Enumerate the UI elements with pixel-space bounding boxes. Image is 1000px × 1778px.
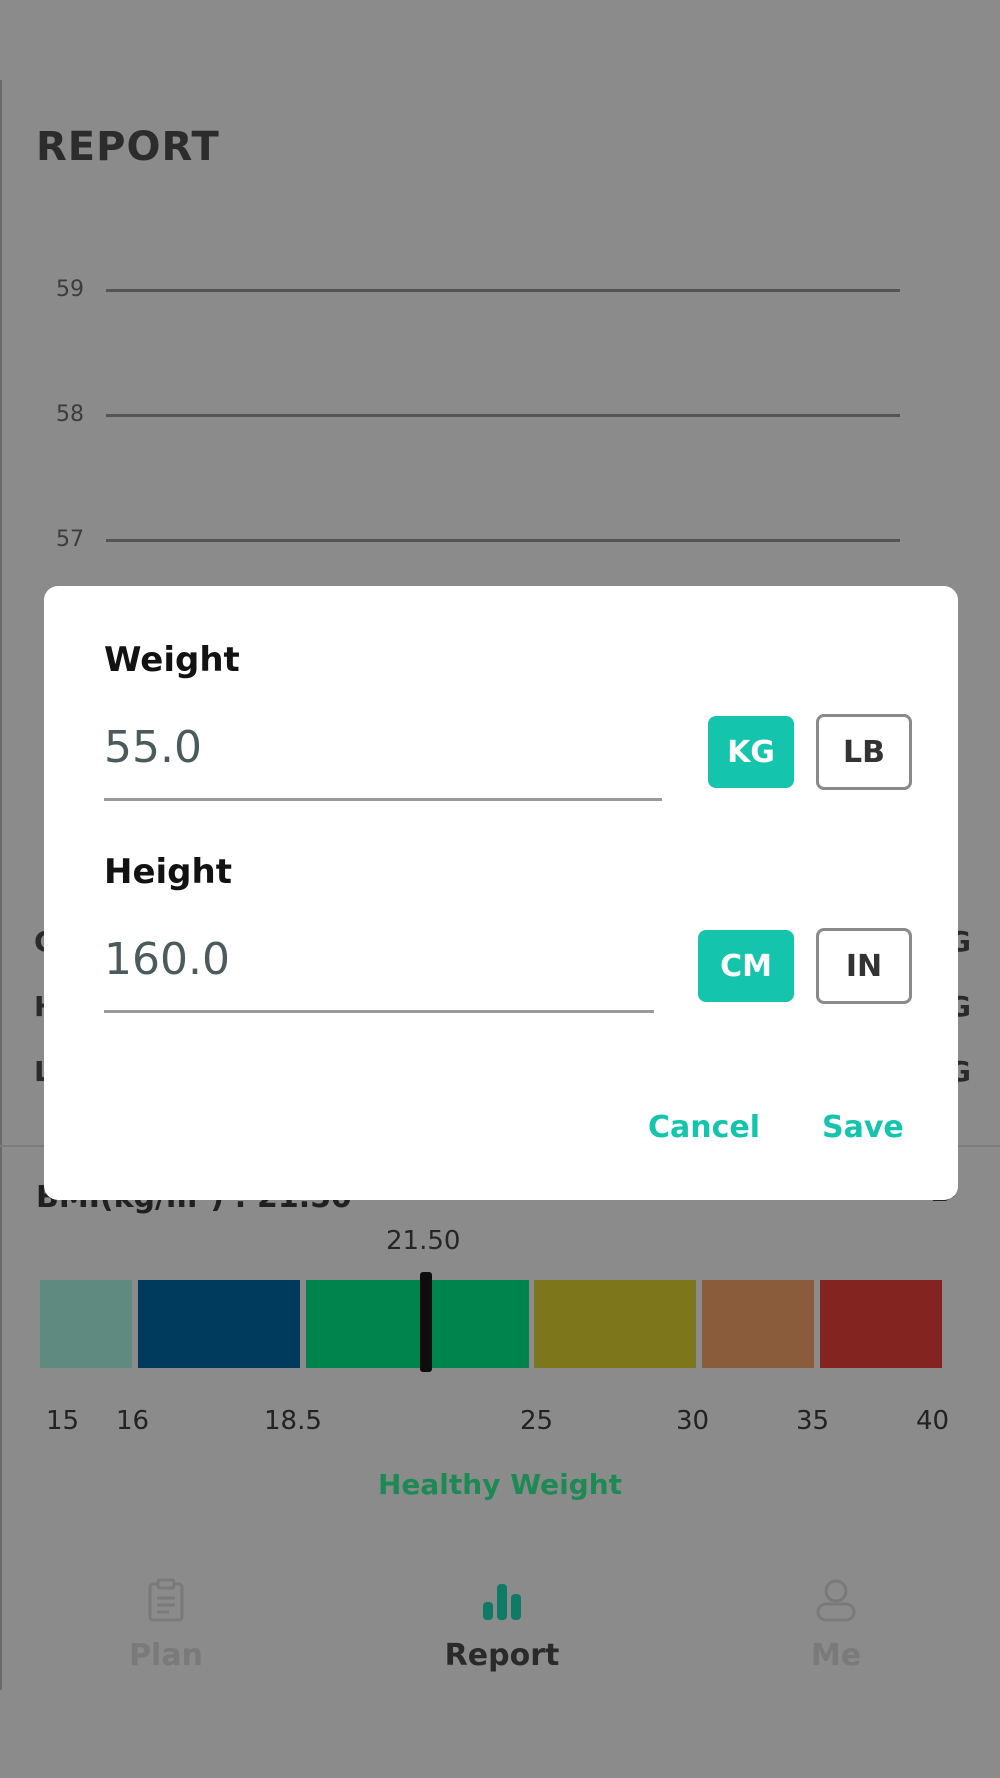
- grid-label-59: 59: [56, 277, 84, 302]
- bmi-seg-overweight: [534, 1280, 696, 1368]
- weight-height-dialog: Weight KG LB Height CM IN Cancel Save: [44, 586, 958, 1200]
- left-edge-divider: [0, 80, 2, 1690]
- unit-lb-button[interactable]: LB: [816, 714, 912, 790]
- height-label: Height: [104, 852, 232, 892]
- height-input[interactable]: [104, 930, 634, 988]
- save-button[interactable]: Save: [822, 1110, 904, 1145]
- bmi-tick-16: 16: [116, 1406, 150, 1436]
- clipboard-icon: [148, 1578, 184, 1622]
- bmi-tick-18-5: 18.5: [264, 1406, 322, 1436]
- cancel-button[interactable]: Cancel: [648, 1110, 760, 1145]
- nav-label-plan: Plan: [129, 1638, 203, 1673]
- bmi-scale-bar: [40, 1280, 942, 1368]
- person-icon: [816, 1579, 856, 1622]
- grid-label-58: 58: [56, 402, 84, 427]
- nav-label-report: Report: [444, 1638, 560, 1673]
- bmi-marker: [420, 1272, 432, 1372]
- unit-cm-button[interactable]: CM: [698, 930, 794, 1002]
- bmi-tick-30: 30: [676, 1406, 710, 1436]
- bar-chart-icon: [483, 1584, 521, 1620]
- bmi-seg-obese-1: [702, 1280, 814, 1368]
- nav-item-me[interactable]: Me: [736, 1560, 936, 1673]
- bmi-tick-15: 15: [46, 1406, 80, 1436]
- weight-underline: [104, 798, 662, 801]
- bottom-nav: Plan Report Me: [0, 1560, 1000, 1700]
- bmi-tick-25: 25: [520, 1406, 554, 1436]
- bmi-seg-very-severely-underweight: [40, 1280, 132, 1368]
- bmi-status-text: Healthy Weight: [377, 1468, 623, 1501]
- gridline-58: [106, 414, 900, 417]
- unit-in-button[interactable]: IN: [816, 928, 912, 1004]
- bmi-seg-underweight-healthy: [306, 1280, 426, 1368]
- page-title: REPORT: [36, 124, 220, 170]
- bmi-value-label: 21.50: [386, 1226, 461, 1256]
- gridline-57: [106, 539, 900, 542]
- nav-label-me: Me: [810, 1638, 862, 1673]
- bmi-tick-35: 35: [796, 1406, 830, 1436]
- gridline-59: [106, 289, 900, 292]
- weight-input[interactable]: [104, 718, 644, 776]
- bmi-seg-severely-underweight: [138, 1280, 300, 1368]
- height-underline: [104, 1010, 654, 1013]
- bmi-seg-obese-2: [820, 1280, 942, 1368]
- nav-item-plan[interactable]: Plan: [66, 1560, 266, 1673]
- grid-label-57: 57: [56, 527, 84, 552]
- nav-item-report[interactable]: Report: [402, 1560, 602, 1673]
- bmi-seg-healthy: [426, 1280, 529, 1368]
- bmi-tick-40: 40: [916, 1406, 950, 1436]
- weight-label: Weight: [104, 640, 240, 680]
- unit-kg-button[interactable]: KG: [708, 716, 794, 788]
